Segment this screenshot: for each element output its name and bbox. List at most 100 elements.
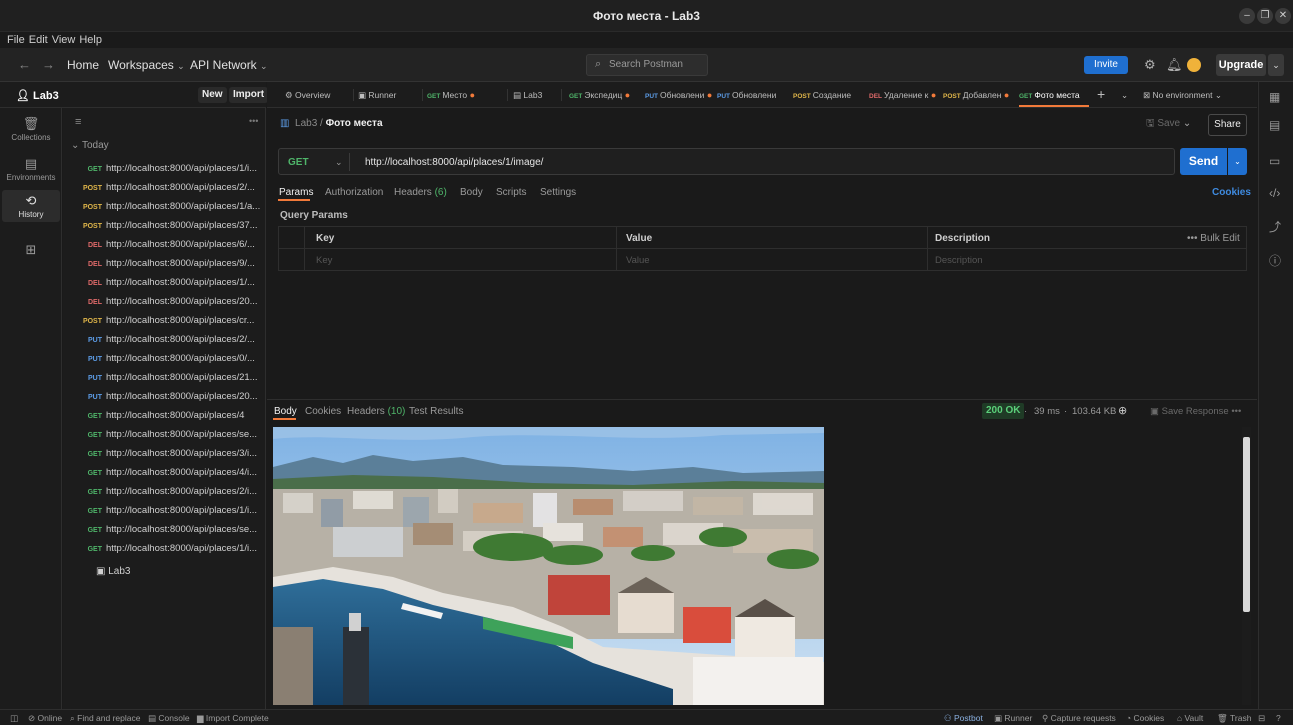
import-complete-status[interactable]: ▆ Import Complete xyxy=(197,713,269,724)
history-item[interactable]: POST http://localhost:8000/api/places/1/a… xyxy=(63,201,266,220)
menu-view[interactable]: View xyxy=(52,32,76,46)
layout-icon[interactable]: ⊟ xyxy=(1258,713,1265,724)
comments-icon[interactable]: ▭ xyxy=(1269,154,1280,168)
method-select[interactable]: GET xyxy=(288,157,309,168)
more-options-icon[interactable]: ••• xyxy=(249,116,258,126)
response-scrollbar[interactable] xyxy=(1242,427,1251,705)
request-tab[interactable]: PUT Обновлени ● xyxy=(645,82,715,107)
help-icon[interactable]: ? xyxy=(1276,713,1281,723)
history-group-today[interactable]: ⌄ Today xyxy=(71,140,109,151)
breadcrumb-current[interactable]: Фото места xyxy=(326,118,383,129)
history-item[interactable]: POST http://localhost:8000/api/places/cr.… xyxy=(63,315,266,334)
url-input[interactable]: http://localhost:8000/api/places/1/image… xyxy=(365,157,543,168)
pane-divider[interactable] xyxy=(267,399,1257,400)
request-tab[interactable]: GET Экспедиц ● xyxy=(569,82,639,107)
history-item[interactable]: GET http://localhost:8000/api/places/4 xyxy=(63,410,266,429)
related-icon[interactable]: ⤴ xyxy=(1269,218,1281,235)
console-button[interactable]: ▤ Console xyxy=(148,713,190,724)
filter-icon[interactable]: ≡ xyxy=(75,116,81,128)
key-input[interactable]: Key xyxy=(316,255,332,266)
request-tab[interactable]: GET Место ● xyxy=(427,82,503,107)
sidebar-item-environments[interactable]: ▤ Environments xyxy=(2,156,60,182)
environment-select[interactable]: ⊠ No environment ⌄ xyxy=(1143,82,1251,107)
response-tab-headers[interactable]: Headers (10) xyxy=(347,406,405,417)
history-item[interactable]: POST http://localhost:8000/api/places/37.… xyxy=(63,220,266,239)
history-item[interactable]: GET http://localhost:8000/api/places/3/i.… xyxy=(63,448,266,467)
close-icon[interactable]: ✕ xyxy=(1275,8,1291,24)
menu-help[interactable]: Help xyxy=(79,32,102,46)
history-item[interactable]: GET http://localhost:8000/api/places/4/i.… xyxy=(63,467,266,486)
send-button[interactable]: Send xyxy=(1180,148,1227,175)
cookies-link[interactable]: Cookies xyxy=(1212,187,1251,198)
history-item[interactable]: DEL http://localhost:8000/api/places/1/..… xyxy=(63,277,266,296)
restore-icon[interactable]: ❐ xyxy=(1257,8,1273,24)
import-button[interactable]: Import xyxy=(229,87,269,103)
request-tab[interactable]: POST Добавлен ● xyxy=(943,82,1013,107)
find-replace-button[interactable]: ⌕ Find and replace xyxy=(70,713,140,724)
tab-params[interactable]: Params xyxy=(279,187,313,198)
notification-bell-icon[interactable]: 🔔︎ xyxy=(1166,57,1183,73)
request-tab[interactable]: DEL Удаление к ● xyxy=(869,82,937,107)
settings-gear-icon[interactable]: ⚙ xyxy=(1144,57,1156,73)
status-badge[interactable]: 200 OK xyxy=(982,403,1025,419)
scrollbar-thumb[interactable] xyxy=(1243,437,1250,612)
globe-icon[interactable]: ⊕ xyxy=(1118,404,1127,417)
history-item[interactable]: GET http://localhost:8000/api/places/se..… xyxy=(63,429,266,448)
workspaces-menu[interactable]: Workspaces ⌄ xyxy=(108,58,185,72)
response-time[interactable]: 39 ms xyxy=(1034,406,1060,417)
value-input[interactable]: Value xyxy=(626,255,650,266)
description-input[interactable]: Description xyxy=(935,255,983,266)
tab-authorization[interactable]: Authorization xyxy=(325,187,383,198)
request-tab[interactable]: GET Фото места xyxy=(1019,82,1089,107)
history-item[interactable]: DEL http://localhost:8000/api/places/6/..… xyxy=(63,239,266,258)
runner-button[interactable]: ▣ Runner xyxy=(994,713,1032,724)
request-tab[interactable]: PUT Обновлени xyxy=(717,82,787,107)
response-tab-test-results[interactable]: Test Results xyxy=(409,406,463,417)
response-tab-cookies[interactable]: Cookies xyxy=(305,406,341,417)
sidebar-item-history[interactable]: ⟲ History xyxy=(2,190,60,222)
history-item[interactable]: PUT http://localhost:8000/api/places/0/..… xyxy=(63,353,266,372)
history-item[interactable]: GET http://localhost:8000/api/places/1/i.… xyxy=(63,505,266,524)
documentation-icon[interactable]: ▤ xyxy=(1269,118,1280,132)
avatar-icon[interactable] xyxy=(1187,58,1201,72)
back-arrow-icon[interactable]: ← xyxy=(18,57,31,72)
search-postman-input[interactable]: ⌕ Search Postman xyxy=(586,54,708,76)
postbot-button[interactable]: ⚇ Postbot xyxy=(944,713,983,724)
history-item[interactable]: PUT http://localhost:8000/api/places/2/..… xyxy=(63,334,266,353)
save-response-button[interactable]: ▣ Save Response ••• xyxy=(1150,406,1241,417)
menu-file[interactable]: File xyxy=(7,32,25,46)
breadcrumb-parent[interactable]: Lab3 xyxy=(295,118,317,129)
tabs-overflow-icon[interactable]: ⌄ xyxy=(1121,82,1128,107)
response-tab-body[interactable]: Body xyxy=(274,406,297,417)
tab-headers[interactable]: Headers (6) xyxy=(394,187,447,198)
history-item[interactable]: GET http://localhost:8000/api/places/se..… xyxy=(63,524,266,543)
history-item[interactable]: PUT http://localhost:8000/api/places/21..… xyxy=(63,372,266,391)
tab-settings[interactable]: Settings xyxy=(540,187,576,198)
new-tab-plus-icon[interactable]: + xyxy=(1097,82,1105,107)
home-link[interactable]: Home xyxy=(67,58,99,72)
workspace-name[interactable]: 👤︎ Lab3 xyxy=(16,89,59,102)
cookies-button[interactable]: ◔ Cookies xyxy=(1126,713,1164,723)
vault-button[interactable]: ⌂ Vault xyxy=(1177,713,1203,723)
request-tab[interactable]: POST Создание xyxy=(793,82,859,107)
info-icon[interactable]: ⓘ xyxy=(1269,252,1281,269)
trash-button[interactable]: 🗑︎ Trash xyxy=(1217,713,1251,724)
history-item[interactable]: GET http://localhost:8000/api/places/1/i.… xyxy=(63,543,266,562)
sidebar-item-apps[interactable]: ⊞ xyxy=(2,242,60,259)
history-item[interactable]: PUT http://localhost:8000/api/places/20..… xyxy=(63,391,266,410)
request-tab[interactable]: ▣ Runner xyxy=(358,82,418,107)
history-item[interactable]: DEL http://localhost:8000/api/places/9/..… xyxy=(63,258,266,277)
forward-arrow-icon[interactable]: → xyxy=(42,57,55,72)
tab-body[interactable]: Body xyxy=(460,187,483,198)
online-status[interactable]: ⊘ Online xyxy=(28,713,62,724)
toggle-sidebar-icon[interactable]: ◫ xyxy=(10,713,18,724)
save-button[interactable]: 🖫︎ Save ⌄ xyxy=(1146,116,1191,133)
menu-edit[interactable]: Edit xyxy=(29,32,48,46)
invite-button[interactable]: Invite xyxy=(1084,56,1128,74)
history-item[interactable]: POST http://localhost:8000/api/places/2/.… xyxy=(63,182,266,201)
send-dropdown-icon[interactable]: ⌄ xyxy=(1228,148,1247,175)
response-size[interactable]: 103.64 KB xyxy=(1072,406,1116,417)
request-tab[interactable]: ⚙ Overview xyxy=(285,82,349,107)
sidebar-item-collections[interactable]: 🗑︎ Collections xyxy=(2,116,60,142)
bulk-edit-button[interactable]: ••• Bulk Edit xyxy=(1187,233,1240,244)
